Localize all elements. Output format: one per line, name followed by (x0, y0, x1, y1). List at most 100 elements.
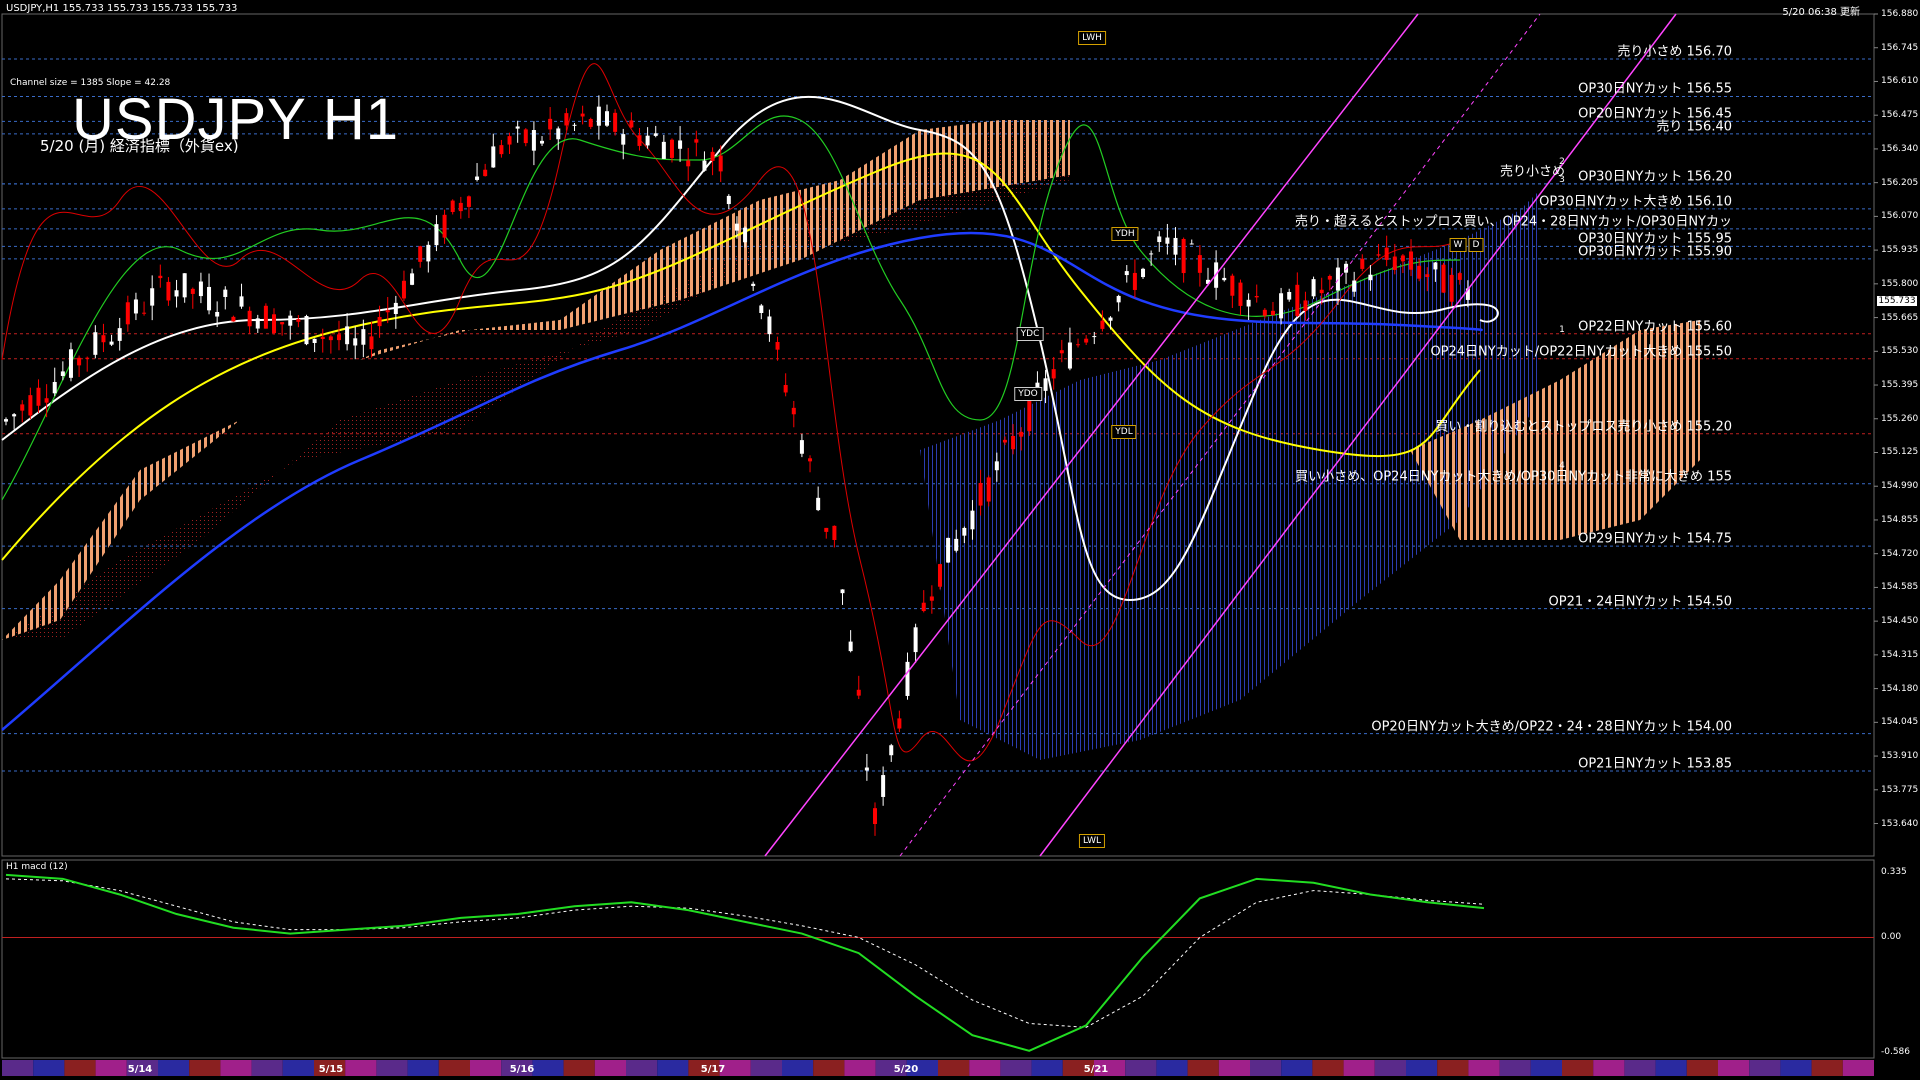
candle-body (1051, 369, 1056, 379)
candle-body (808, 458, 813, 462)
candle-body (117, 328, 122, 341)
candle-body (937, 564, 942, 587)
candle-body (377, 316, 382, 327)
marker-2: 2 (1559, 157, 1565, 167)
marker-1: 1 (1559, 325, 1565, 335)
candle-body (1392, 256, 1397, 270)
candle-body (686, 160, 691, 167)
candle-body (604, 111, 609, 126)
candle-body (93, 332, 98, 355)
price-tick-label: 155.395 (1881, 380, 1919, 391)
level-label: 売り小さめ 156.70 (1617, 44, 1732, 60)
date-strip-cell (532, 1060, 564, 1076)
candle-body (621, 134, 626, 145)
candle-body (1441, 264, 1446, 293)
candle-body (223, 289, 228, 297)
candle-body (629, 120, 634, 128)
candle-body (1303, 300, 1308, 312)
candle-body (580, 113, 585, 117)
price-tick-label: 155.665 (1881, 312, 1919, 323)
candle-body (1011, 435, 1016, 450)
candle-body (507, 136, 512, 145)
date-strip-cell (1031, 1060, 1063, 1076)
candle-body (1132, 272, 1137, 290)
candle-body (669, 139, 674, 158)
level-label: 売り・超えるとストップロス買い、OP24・28日NYカット/OP30日NYカッ (1294, 214, 1732, 230)
price-tick-label: 155.530 (1881, 346, 1919, 357)
candle-body (645, 135, 650, 146)
candle-body (263, 305, 268, 329)
candle-body (889, 745, 894, 756)
date-strip-cell (782, 1060, 814, 1076)
candle-body (1311, 279, 1316, 297)
candle-body (312, 338, 317, 343)
candle-body (1165, 237, 1170, 244)
macd-tick-label: 0.335 (1881, 867, 1907, 877)
candle-body (1327, 275, 1332, 280)
marker-ydl: YDL (1111, 425, 1137, 439)
candle-body (710, 151, 715, 161)
candle-body (198, 281, 203, 297)
candle-body (336, 334, 341, 341)
price-tick-label: 155.800 (1881, 278, 1919, 289)
candle-body (751, 283, 756, 286)
candle-body (1189, 243, 1194, 245)
candle-body (361, 329, 366, 345)
chart-subtitle: 5/20 (月) 経済指標（外貨ex) (40, 137, 239, 155)
price-tick-label: 154.720 (1881, 548, 1919, 559)
date-strip-cell (938, 1060, 970, 1076)
candle-body (1457, 273, 1462, 280)
date-strip-cell (2, 1060, 34, 1076)
date-strip-cell (594, 1060, 626, 1076)
date-strip-cell (813, 1060, 845, 1076)
level-label: 売り 156.40 (1656, 119, 1732, 135)
candle-body (921, 602, 926, 612)
candle-body (280, 322, 285, 325)
date-strip-cell (1562, 1060, 1594, 1076)
candle-body (572, 124, 577, 126)
macd-panel-border (1, 859, 1875, 1059)
level-label: 買い・割り込むとストップロス売り小さめ 155.20 (1435, 419, 1732, 435)
marker-d: D (1468, 238, 1484, 252)
date-strip-cell (969, 1060, 1001, 1076)
price-tick-label: 154.315 (1881, 649, 1919, 660)
candle-body (1100, 320, 1105, 329)
candle-body (1157, 236, 1162, 243)
price-tick-label: 155.935 (1881, 245, 1919, 256)
date-strip-cell (1593, 1060, 1625, 1076)
price-tick-label: 156.475 (1881, 110, 1919, 121)
candle-body (556, 128, 561, 140)
symbol-header: USDJPY,H1 155.733 155.733 155.733 155.73… (6, 3, 238, 14)
candle-body (109, 341, 114, 345)
candle-body (637, 135, 642, 146)
marker-3: 3 (1559, 175, 1565, 185)
date-strip-cell (1281, 1060, 1313, 1076)
level-label: OP21・24日NYカット 154.50 (1548, 594, 1732, 610)
candle-body (775, 342, 780, 350)
level-label: OP30日NYカット 156.55 (1578, 81, 1732, 97)
candle-body (450, 200, 455, 212)
candle-body (28, 395, 33, 416)
candle-body (832, 525, 837, 540)
candle-body (410, 273, 415, 285)
candle-body (1238, 282, 1243, 306)
candle-body (158, 275, 163, 279)
price-tick-label: 154.180 (1881, 683, 1919, 694)
candle-body (345, 326, 350, 345)
candle-body (426, 244, 431, 262)
candle-body (142, 312, 147, 314)
candle-body (174, 290, 179, 297)
candle-body (466, 196, 471, 207)
price-tick-label: 156.070 (1881, 211, 1919, 222)
candle-body (207, 286, 212, 311)
candle-body (694, 139, 699, 143)
date-strip-cell (1187, 1060, 1219, 1076)
date-strip-cell (189, 1060, 221, 1076)
candle-body (12, 414, 17, 417)
candle-body (1124, 271, 1129, 276)
candle-body (718, 155, 723, 172)
candle-body (44, 398, 49, 403)
candle-body (881, 775, 886, 797)
date-strip-cell (844, 1060, 876, 1076)
current-price-tag: 155.733 (1877, 295, 1917, 306)
